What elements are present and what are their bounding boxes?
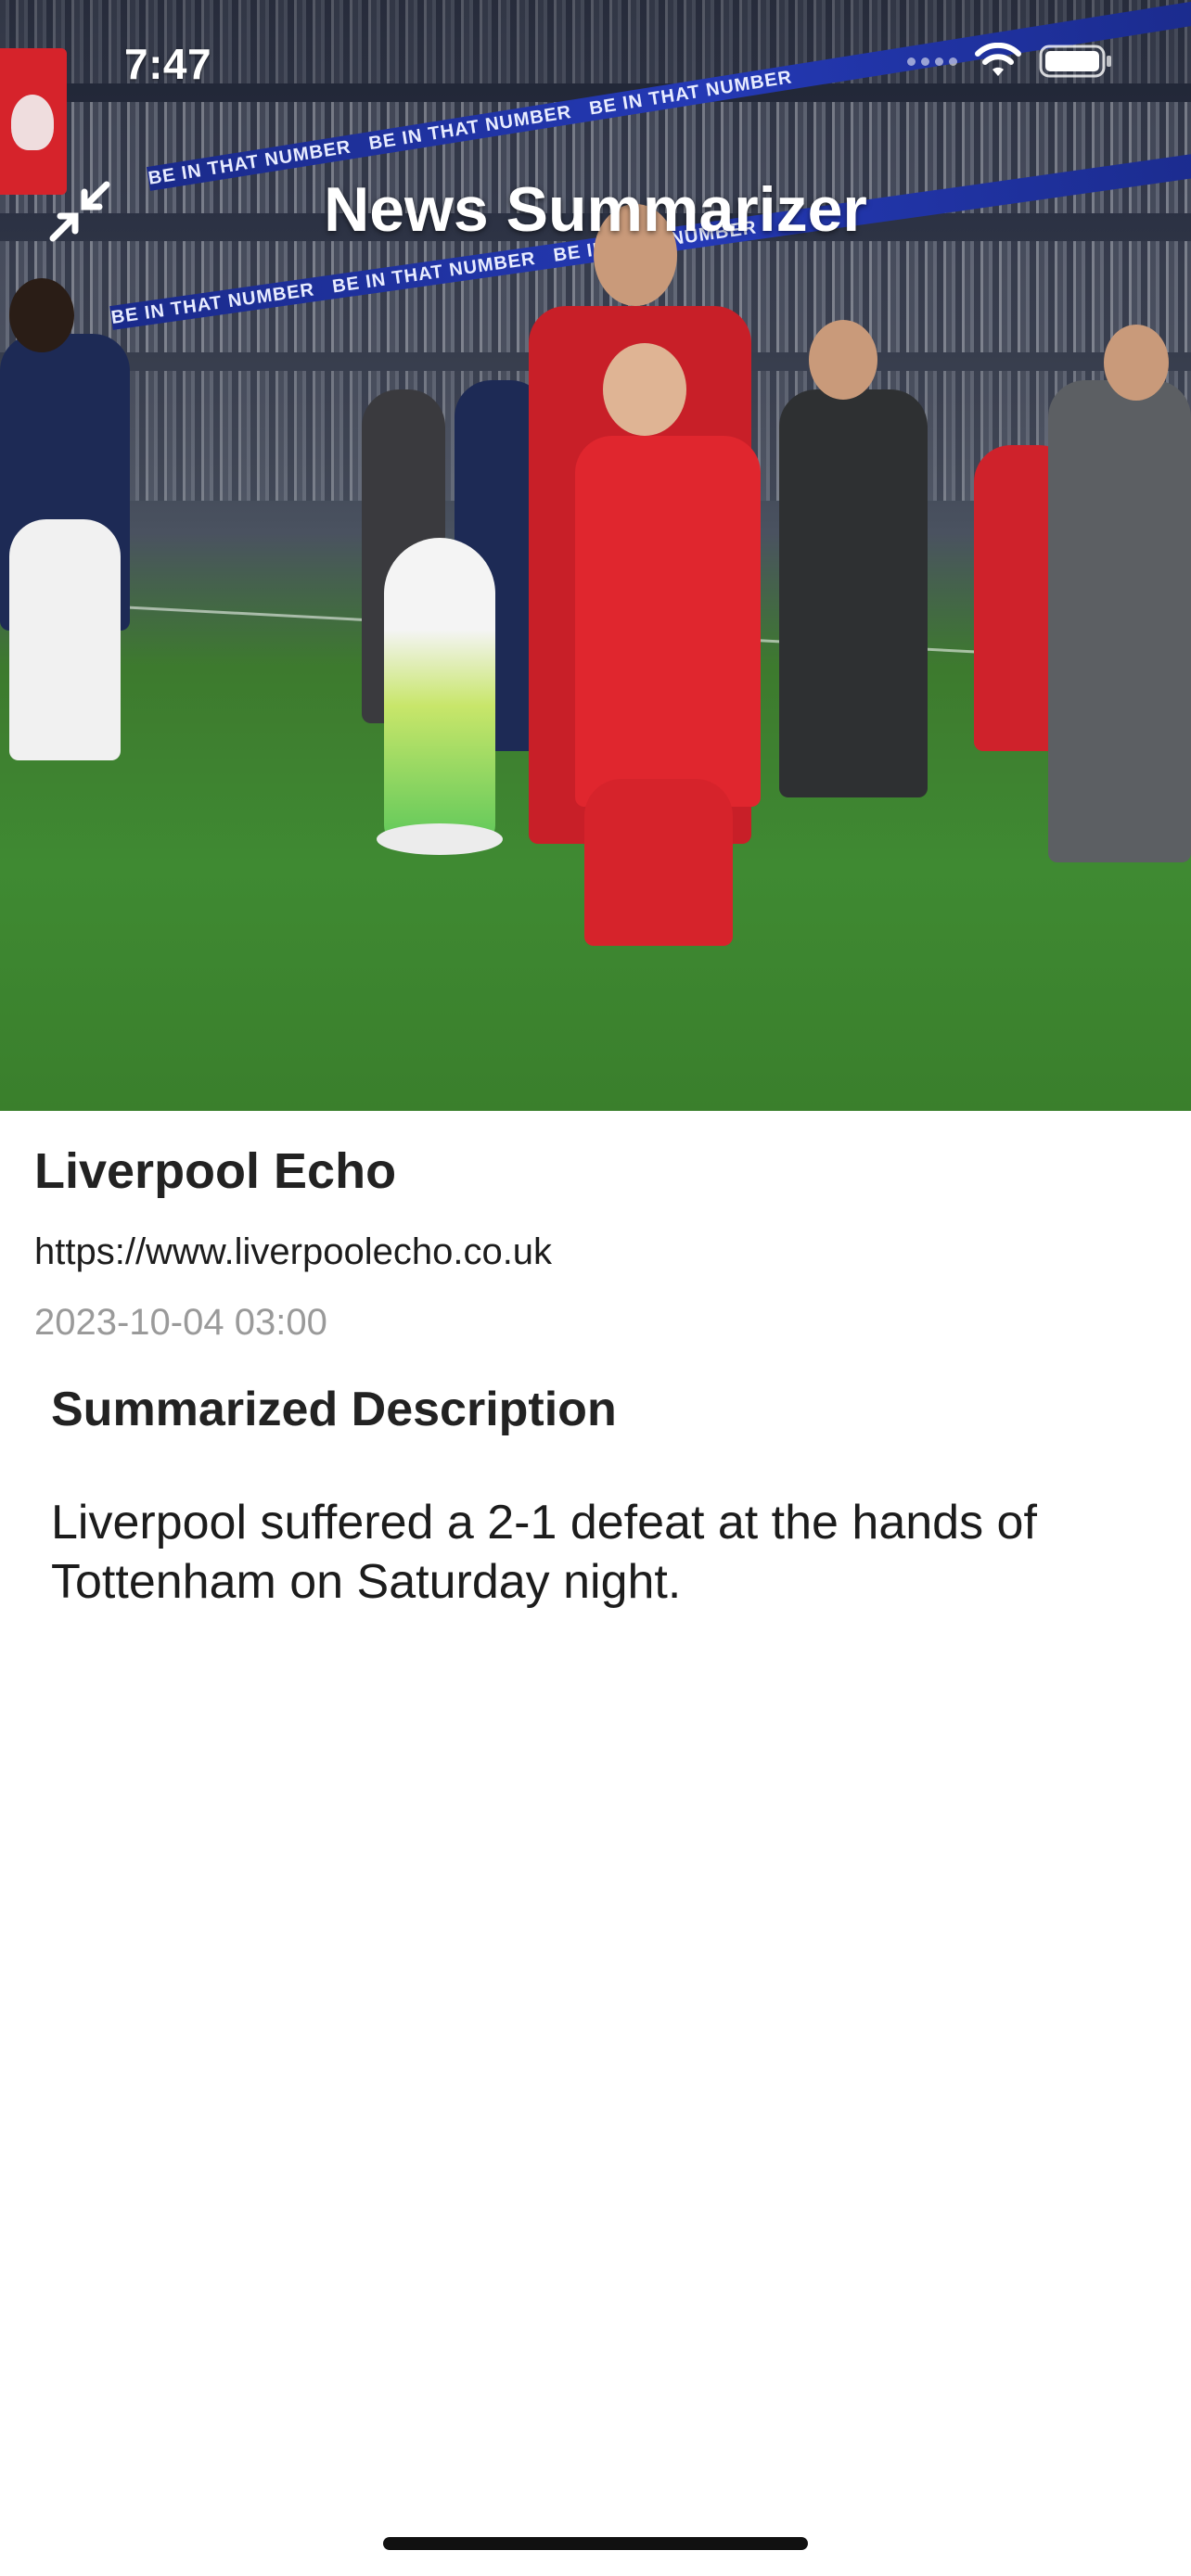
article-source-link[interactable]: https://www.liverpoolecho.co.uk xyxy=(34,1231,552,1273)
goalkeeper-figure xyxy=(779,389,928,797)
article-hero-image: BE IN THAT NUMBER BE IN THAT NUMBER BE I… xyxy=(0,0,1191,1111)
cellular-signal-icon xyxy=(907,57,957,66)
official-figure xyxy=(1048,380,1191,862)
status-time: 7:47 xyxy=(124,40,212,88)
summary-text: Liverpool suffered a 2-1 defeat at the h… xyxy=(51,1496,1037,1609)
player-figure xyxy=(9,519,121,760)
battery-icon xyxy=(1039,45,1111,78)
summary-heading: Summarized Description xyxy=(51,1383,617,1436)
home-indicator[interactable] xyxy=(383,2537,808,2550)
sponsor-podium xyxy=(384,538,495,844)
status-indicators xyxy=(907,43,1113,80)
mascot-figure xyxy=(584,779,733,946)
article-source-name: Liverpool Echo xyxy=(34,1143,397,1199)
nav-title: News Summarizer xyxy=(324,174,867,245)
mascot-figure xyxy=(575,436,761,807)
article-published-date: 2023-10-04 03:00 xyxy=(34,1302,327,1343)
wifi-icon xyxy=(975,43,1021,76)
